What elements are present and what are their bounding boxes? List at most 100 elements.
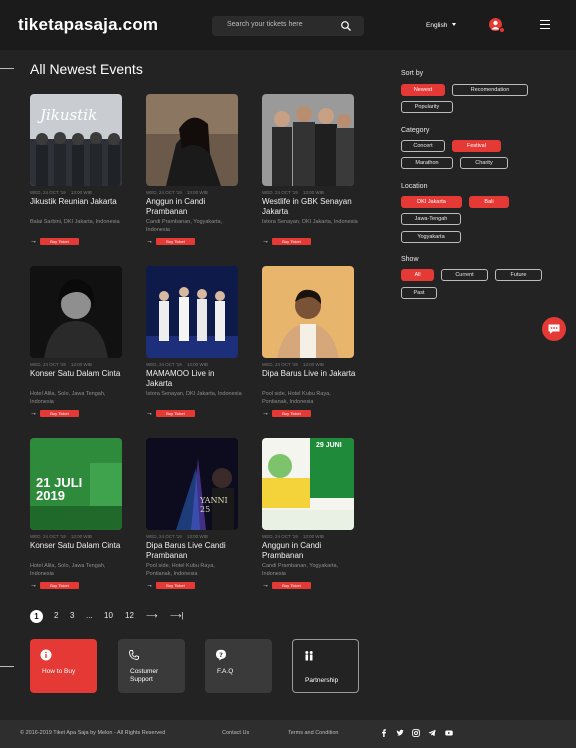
event-title[interactable]: Jikustik Reunian Jakarta <box>30 197 126 207</box>
event-image[interactable] <box>30 266 122 358</box>
page-1[interactable]: 1 <box>30 609 43 623</box>
top-navbar: tiketapasaja.com Search your tickets her… <box>0 0 576 50</box>
event-image[interactable]: 29 JUNI <box>262 438 354 530</box>
buy-ticket-button[interactable]: Buy Ticket <box>40 582 79 589</box>
event-date: WED, 24 OCT '19 13:00 WIB <box>30 534 92 539</box>
event-title[interactable]: Dipa Barus Live Candi Prambanan <box>146 541 242 561</box>
buy-ticket-button[interactable]: Buy Ticket <box>40 238 79 245</box>
contact-us-link[interactable]: Contact Us <box>222 730 249 736</box>
terms-link[interactable]: Terms and Condition <box>288 730 338 736</box>
phone-icon <box>129 650 139 660</box>
page-10[interactable]: 10 <box>104 608 113 624</box>
buy-ticket-button[interactable]: Buy Ticket <box>272 410 311 417</box>
telegram-icon[interactable] <box>428 729 436 737</box>
event-image[interactable] <box>262 266 354 358</box>
question-icon: ? <box>216 649 226 661</box>
twitter-icon[interactable] <box>396 729 404 737</box>
svg-text:?: ? <box>219 651 223 659</box>
event-title[interactable]: Dipa Barus Live in Jakarta <box>262 369 358 379</box>
location-dki-jakarta-chip[interactable]: DKI Jakarta <box>401 196 462 208</box>
arrow-right-icon: → <box>146 410 153 417</box>
show-title: Show <box>401 256 419 263</box>
buy-ticket-button[interactable]: Buy Ticket <box>40 410 79 417</box>
event-image[interactable] <box>146 266 238 358</box>
event-venue: Candi Prambanan, Yogyakarta, Indonesia <box>262 563 339 577</box>
event-card[interactable]: WED, 24 OCT '19 13:00 WIB Westlife in GB… <box>262 94 358 254</box>
event-card[interactable]: WED, 24 OCT '19 13:00 WIB MAMAMOO Live i… <box>146 266 242 426</box>
last-page-icon[interactable]: ⟶| <box>170 608 184 624</box>
event-card[interactable]: 29 JUNI WED, 24 OCT '19 13:00 WIB Anggun… <box>262 438 354 598</box>
event-date: WED, 24 OCT '19 13:00 WIB <box>262 362 324 367</box>
next-page-icon[interactable]: ⟶ <box>146 608 157 624</box>
event-card[interactable]: WED, 24 OCT '19 13:00 WIB Konser Satu Da… <box>30 266 122 426</box>
event-card[interactable]: 21 JULI 2019 WED, 24 OCT '19 13:00 WIB K… <box>30 438 122 598</box>
partnership-tile[interactable]: Partnership <box>292 639 359 693</box>
buy-ticket-button[interactable]: Buy Ticket <box>272 238 311 245</box>
buy-ticket-button[interactable]: Buy Ticket <box>272 582 311 589</box>
location-yogyakarta-chip[interactable]: Yogyakarta <box>401 231 461 243</box>
chat-button[interactable] <box>542 317 566 341</box>
show-future-chip[interactable]: Future <box>495 269 542 281</box>
event-card[interactable]: WED, 24 OCT '19 13:00 WIB Anggun in Cand… <box>146 94 238 254</box>
search-input[interactable]: Search your tickets here <box>212 16 364 36</box>
youtube-icon[interactable] <box>445 729 453 737</box>
category-concert-chip[interactable]: Concert <box>401 140 445 152</box>
location-jawa-tengah-chip[interactable]: Jawa-Tengah <box>401 213 461 225</box>
site-logo[interactable]: tiketapasaja.com <box>18 15 158 35</box>
event-title[interactable]: Westlife in GBK Senayan Jakarta <box>262 197 358 217</box>
event-image[interactable] <box>146 94 238 186</box>
how-to-buy-tile[interactable]: How to Buy <box>30 639 97 693</box>
tile-label: Partnership <box>305 677 339 684</box>
page-12[interactable]: 12 <box>125 608 134 624</box>
sort-popularity-chip[interactable]: Popularity <box>401 101 453 113</box>
event-date: WED, 24 OCT '19 13:00 WIB <box>262 534 324 539</box>
show-past-chip[interactable]: Past <box>401 287 437 299</box>
customer-support-tile[interactable]: Costumer Support <box>118 639 185 693</box>
category-marathon-chip[interactable]: Marathon <box>401 157 453 169</box>
event-date: WED, 24 OCT '19 13:00 WIB <box>146 362 208 367</box>
search-icon[interactable] <box>340 20 352 32</box>
facebook-icon[interactable] <box>380 729 388 737</box>
event-card[interactable]: Jikustik WED, 24 OCT '19 13:00 WIB Jikus… <box>30 94 122 254</box>
event-venue: Istora Senayan, DKI Jakarta, Indonesia <box>146 391 242 397</box>
notification-dot <box>499 27 505 33</box>
buy-ticket-button[interactable]: Buy Ticket <box>156 582 195 589</box>
event-card[interactable]: YANNI 25 WED, 24 OCT '19 13:00 WIB Dipa … <box>146 438 238 598</box>
event-title[interactable]: Konser Satu Dalam Cinta <box>30 541 126 551</box>
event-image[interactable]: 21 JULI 2019 <box>30 438 122 530</box>
location-bali-chip[interactable]: Bali <box>469 196 509 208</box>
faq-tile[interactable]: ? F.A.Q <box>205 639 272 693</box>
event-image-caption: YANNI 25 <box>200 496 228 514</box>
event-venue: Istora Senayan, DKI Jakarta, Indonesia <box>262 219 358 225</box>
sort-recommendation-chip[interactable]: Recomendation <box>452 84 528 96</box>
event-venue: Hotel Alila, Solo, Jawa Tengah, Indonesi… <box>30 563 106 577</box>
arrow-right-icon: → <box>262 410 269 417</box>
event-card[interactable]: WED, 24 OCT '19 13:00 WIB Dipa Barus Liv… <box>262 266 355 426</box>
show-all-chip[interactable]: All <box>401 269 434 281</box>
copyright-text: © 2016-2019 Tiket Apa Saja by Melon - Al… <box>20 730 166 736</box>
category-charity-chip[interactable]: Charity <box>460 157 508 169</box>
arrow-right-icon: → <box>30 582 37 589</box>
show-current-chip[interactable]: Current <box>441 269 488 281</box>
arrow-right-icon: → <box>30 238 37 245</box>
sort-newest-chip[interactable]: Newest <box>401 84 445 96</box>
language-selector[interactable]: English <box>426 22 447 29</box>
event-title[interactable]: Anggun in Candi Prambanan <box>146 197 242 217</box>
buy-ticket-button[interactable]: Buy Ticket <box>156 238 195 245</box>
event-title[interactable]: MAMAMOO Live in Jakarta <box>146 369 242 389</box>
chevron-down-icon[interactable] <box>452 23 456 26</box>
event-image[interactable]: Jikustik <box>30 94 122 186</box>
buy-ticket-button[interactable]: Buy Ticket <box>156 410 195 417</box>
instagram-icon[interactable] <box>412 729 420 737</box>
page-2[interactable]: 2 <box>54 608 58 624</box>
event-date: WED, 24 OCT '19 13:00 WIB <box>146 190 208 195</box>
hamburger-menu-icon[interactable] <box>540 20 550 30</box>
page-3[interactable]: 3 <box>70 608 74 624</box>
event-image[interactable] <box>262 94 354 186</box>
event-image[interactable]: YANNI 25 <box>146 438 238 530</box>
event-title[interactable]: Konser Satu Dalam Cinta <box>30 369 126 379</box>
arrow-right-icon: → <box>262 238 269 245</box>
category-festival-chip[interactable]: Festival <box>452 140 501 152</box>
event-title[interactable]: Anggun in Candi Prambanan <box>262 541 358 561</box>
tile-label: Costumer Support <box>130 668 159 683</box>
